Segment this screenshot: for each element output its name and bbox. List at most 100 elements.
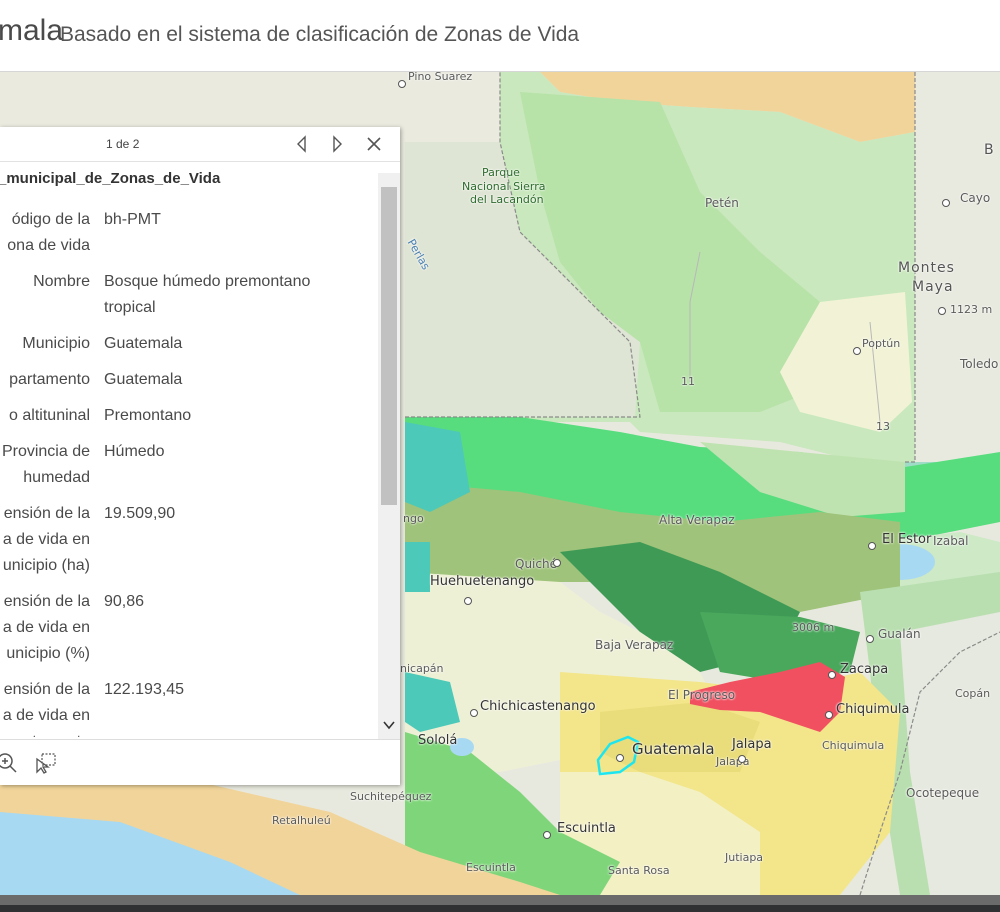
map-label-ocotepeque: Ocotepeque (906, 786, 980, 800)
map-label-toledo: Toledo (960, 357, 999, 371)
attribute-value: 122.193,45 (104, 677, 354, 703)
attribute-row: ódigo de la ona de vida bh-PMT (0, 207, 378, 259)
attribute-key: ensión de la a de vida en partamento (0, 677, 90, 737)
map-label-retalhuleu: Retalhuleú (272, 814, 331, 827)
attribute-value: Húmedo (104, 439, 354, 465)
attribute-row: ensión de la a de vida en partamento 122.19… (0, 677, 378, 737)
attribute-key: ódigo de la ona de vida (0, 207, 90, 259)
map-label-b: B (984, 142, 995, 158)
map-label-elev-1123: 1123 m (950, 303, 993, 316)
attribute-key: ensión de la a de vida en unicipio (%) (0, 589, 90, 667)
app-subtitle: Basado en el sistema de clasificación de… (60, 23, 580, 46)
attribute-row: Nombre Bosque húmedo premontano tropical (0, 269, 378, 321)
scrollbar-thumb[interactable] (381, 187, 397, 505)
close-icon[interactable] (365, 135, 383, 153)
map-label-suchitepequez: Suchitepéquez (350, 790, 432, 803)
window-bottom-bar (0, 895, 1000, 912)
map-label-solola: Sololá (418, 733, 458, 748)
attribute-value: Guatemala (104, 331, 354, 357)
map-label-el-estor: El Estor (882, 532, 932, 547)
attribute-value: bh-PMT (104, 207, 354, 233)
attribute-key-line: Municipio (22, 335, 90, 352)
chevron-right-icon[interactable] (329, 135, 347, 153)
chevron-left-icon[interactable] (293, 135, 311, 153)
attribute-key-line: ensión de la (3, 681, 90, 698)
city-marker (825, 711, 833, 719)
attribute-key-line: a de vida en (2, 619, 90, 636)
attribute-key-line: ensión de la (3, 505, 90, 522)
attribute-key-line: unicipio (%) (6, 645, 90, 662)
city-marker (738, 755, 746, 763)
map-label-nicapan: nicapán (400, 662, 444, 675)
attribute-key-line: a de vida en (2, 531, 90, 548)
zoom-in-icon[interactable] (0, 752, 18, 774)
attribute-value-line: Guatemala (104, 371, 183, 388)
attribute-key-line: o altituninal (9, 407, 90, 424)
map-label-chiquimula-dept: Chiquimula (822, 739, 885, 752)
map-label-chichicastenango: Chichicastenango (480, 699, 596, 714)
attribute-row: Provincia de humedad Húmedo (0, 439, 378, 491)
attribute-value-line: 19.509,90 (104, 505, 176, 522)
attribute-key: ensión de la a de vida en unicipio (ha) (0, 501, 90, 579)
attribute-key: Provincia de humedad (0, 439, 90, 491)
map-label-cayo: Cayo (960, 191, 991, 205)
city-marker (942, 199, 950, 207)
attribute-key: Municipio (0, 331, 90, 357)
map-label-ngo: ngo (403, 512, 424, 525)
attribute-value-line: Premontano (104, 407, 192, 424)
city-marker (553, 559, 561, 567)
map-label-elev-3006: 3006 m (792, 621, 835, 634)
popup-scrollbar[interactable] (378, 173, 400, 739)
attribute-value-line: Húmedo (104, 443, 165, 460)
map-label-huehuetenango: Huehuetenango (430, 574, 535, 589)
attribute-key-line: unicipio (ha) (2, 557, 90, 574)
map-label-alta-verapaz: Alta Verapaz (659, 513, 735, 527)
attribute-key: o altituninal (0, 403, 90, 429)
map-label-izabal: Izabal (933, 534, 969, 548)
select-feature-icon[interactable] (34, 752, 58, 774)
map-label-gualan: Gualán (878, 627, 921, 641)
city-marker (853, 347, 861, 355)
feature-popup: 1 de 2 _municipal_de_Zonas_de_Vida ódigo… (0, 127, 400, 785)
city-marker (828, 671, 836, 679)
map-label-chiquimula-city: Chiquimula (836, 702, 910, 717)
attribute-value-line: bh-PMT (104, 211, 161, 228)
chevron-down-icon[interactable] (383, 719, 395, 733)
attribute-key-line: ensión de la (3, 593, 90, 610)
map-label-jalapa-city: Jalapa (732, 737, 772, 752)
map-label-escuintla-city: Escuintla (557, 821, 616, 836)
route-label-13: 13 (876, 420, 890, 433)
feature-count: 1 de 2 (106, 137, 140, 151)
attribute-row: Municipio Guatemala (0, 331, 378, 357)
map-label-parque-2: Nacional Sierra (462, 180, 546, 193)
map-label-parque-3: del Lacandón (470, 193, 544, 206)
city-marker (868, 542, 876, 550)
route-label-11: 11 (681, 375, 695, 388)
attribute-key-line: ódigo de la (11, 211, 90, 228)
attribute-key-line: humedad (23, 469, 90, 486)
attribute-row: ensión de la a de vida en unicipio (ha) 19.… (0, 501, 378, 579)
attribute-value: Bosque húmedo premontano tropical (104, 269, 354, 321)
map-label-pino-suarez: Pino Suarez (408, 72, 473, 83)
attribute-key-line: partamento (9, 371, 90, 388)
attribute-key: partamento (0, 367, 90, 393)
city-marker (616, 754, 624, 762)
map-label-el-progreso: El Progreso (668, 688, 736, 702)
map-label-montes: Montes (898, 260, 955, 276)
attribute-value: Guatemala (104, 367, 354, 393)
attribute-value: Premontano (104, 403, 354, 429)
popup-footer (0, 739, 400, 786)
popup-navigation: 1 de 2 (0, 127, 400, 162)
city-marker (938, 307, 946, 315)
map-label-zacapa: Zacapa (840, 662, 889, 677)
attribute-value: 90,86 (104, 589, 354, 615)
attribute-key-line: ona de vida (7, 237, 90, 254)
map-label-escuintla-dept: Escuintla (466, 861, 516, 874)
attribute-key: Nombre (0, 269, 90, 295)
map-label-maya: Maya (912, 279, 954, 295)
city-marker (866, 635, 874, 643)
app-title: mala (0, 14, 64, 47)
popup-title: _municipal_de_Zonas_de_Vida (0, 170, 221, 187)
map-label-jutiapa: Jutiapa (725, 851, 764, 864)
map-label-quiche: Quiché (515, 557, 557, 571)
